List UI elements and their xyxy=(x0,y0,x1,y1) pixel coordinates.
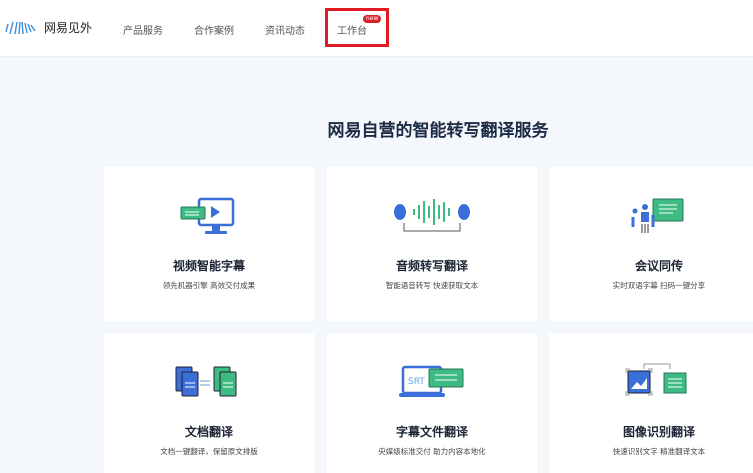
top-header: 网易见外 产品服务 合作案例 资讯动态 工作台 new xyxy=(0,0,753,57)
video-subtitle-icon xyxy=(104,197,314,237)
card-desc: 实时双语字幕 扫码一键分享 xyxy=(612,281,706,290)
document-icon xyxy=(104,363,314,403)
card-video-subtitle[interactable]: 视频智能字幕 领先机器引擎 高效交付成果 xyxy=(104,167,314,321)
card-title: 视频智能字幕 xyxy=(172,259,245,273)
card-desc: 领先机器引擎 高效交付成果 xyxy=(162,281,256,290)
highlight-box xyxy=(325,8,389,47)
logo-waves-icon xyxy=(5,21,36,34)
srt-file-icon: SRT xyxy=(327,363,537,403)
card-desc: 快速识别文字 精准翻译文本 xyxy=(612,447,706,456)
card-title: 会议同传 xyxy=(634,259,683,273)
card-meeting[interactable]: 会议同传 实时双语字幕 扫码一键分享 xyxy=(549,167,753,321)
card-title: 文档翻译 xyxy=(184,425,233,439)
image-ocr-icon xyxy=(549,363,753,403)
card-desc: 智能语音转写 快速获取文本 xyxy=(385,281,479,290)
nav-products[interactable]: 产品服务 xyxy=(123,22,163,37)
card-title: 字幕文件翻译 xyxy=(395,425,468,439)
card-title: 音频转写翻译 xyxy=(395,259,468,273)
card-desc: 央媒级标准交付 助力内容本地化 xyxy=(378,447,486,456)
card-audio-transcribe[interactable]: 音频转写翻译 智能语音转写 快速获取文本 xyxy=(327,167,537,321)
card-image-ocr[interactable]: 图像识别翻译 快速识别文字 精准翻译文本 xyxy=(549,333,753,473)
brand-name: 网易见外 xyxy=(44,21,93,35)
card-document[interactable]: 文档翻译 文档一键翻译，保留原文排版 xyxy=(104,333,314,473)
brand-logo[interactable]: 网易见外 xyxy=(4,19,92,36)
nav-cases[interactable]: 合作案例 xyxy=(194,22,234,37)
card-desc: 文档一键翻译，保留原文排版 xyxy=(160,447,258,456)
page-title: 网易自营的智能转写翻译服务 xyxy=(327,121,549,141)
audio-headphones-icon xyxy=(327,197,537,237)
nav-news[interactable]: 资讯动态 xyxy=(265,22,305,37)
srt-label: SRT xyxy=(408,377,425,387)
card-title: 图像识别翻译 xyxy=(622,425,695,439)
card-srt[interactable]: SRT 字幕文件翻译 央媒级标准交付 助力内容本地化 xyxy=(327,333,537,473)
meeting-icon xyxy=(549,197,753,237)
